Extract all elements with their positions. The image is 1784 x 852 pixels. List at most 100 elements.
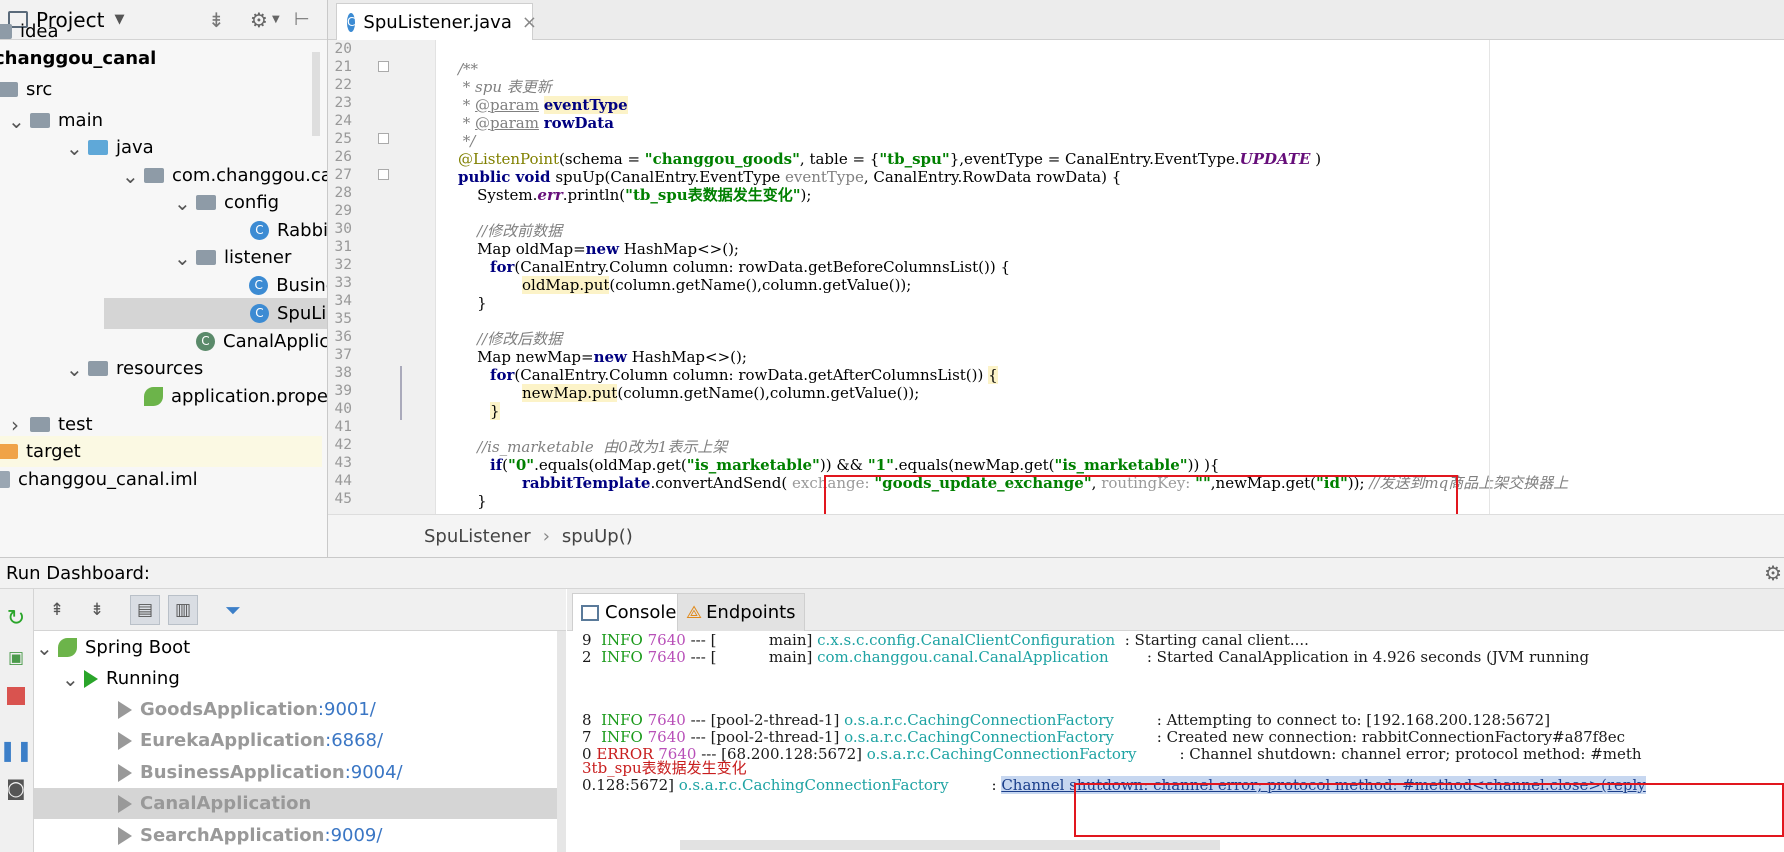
code-editor[interactable]: /** * spu 表更新 * @param eventType * @para… xyxy=(436,40,1784,514)
app-port-link[interactable]: :9001/ xyxy=(318,699,376,720)
code-line: //修改后数据 xyxy=(458,330,562,348)
run-tree-label: Spring Boot xyxy=(85,637,191,658)
tree-item-label: SpuListener xyxy=(277,303,327,324)
console-text: 7 xyxy=(582,728,602,746)
run-tree-scrollbar[interactable] xyxy=(557,631,566,852)
project-tree-item[interactable]: C SpuListener xyxy=(104,298,327,329)
gear-icon[interactable]: ⚙ xyxy=(1764,561,1782,585)
class-icon: C xyxy=(249,276,269,295)
code-token: * spu 表更新 xyxy=(458,78,552,96)
pause-icon[interactable]: ❚❚ xyxy=(0,737,33,763)
logger-class: com.changgou.canal.CanalApplication xyxy=(817,648,1138,666)
run-tree-item[interactable]: CanalApplication xyxy=(34,788,565,819)
chevron-down-icon[interactable]: ⌄ xyxy=(122,166,139,186)
close-icon[interactable]: × xyxy=(522,12,537,33)
chevron-down-icon[interactable]: ⌄ xyxy=(66,359,83,379)
tree-item-label: BusinessListener xyxy=(276,275,327,296)
stop-icon[interactable] xyxy=(3,683,29,709)
code-line: newMap.put(column.getName(),column.getVa… xyxy=(522,384,919,402)
chevron-right-icon[interactable]: › xyxy=(8,415,22,435)
log-level: INFO xyxy=(601,728,643,746)
chevron-down-icon[interactable]: ⌄ xyxy=(62,669,79,689)
project-scrollbar[interactable] xyxy=(312,52,320,136)
fold-marker-icon[interactable] xyxy=(378,61,389,72)
project-tree-item[interactable]: ⌄ config xyxy=(78,187,327,218)
project-tree-item[interactable]: changgou_canal xyxy=(0,43,318,74)
project-tree-item[interactable]: src xyxy=(0,74,322,105)
code-token: , CanalEntry.RowData rowData) { xyxy=(863,168,1122,186)
run-tree-item[interactable]: GoodsApplication :9001/ xyxy=(34,694,565,725)
log-pid: 7640 xyxy=(647,648,686,666)
line-number: 40 xyxy=(334,401,352,417)
fold-marker-icon[interactable] xyxy=(378,133,389,144)
code-token: UPDATE xyxy=(1239,150,1311,168)
stopped-app-icon xyxy=(118,826,132,845)
console-horizontal-scrollbar[interactable] xyxy=(680,840,1220,850)
breadcrumb-method[interactable]: spuUp() xyxy=(562,526,633,547)
breadcrumb-class[interactable]: SpuListener xyxy=(424,526,531,547)
endpoints-icon: ⟁ xyxy=(686,602,703,623)
filter-icon[interactable]: ⏷ xyxy=(220,597,246,623)
log-pid: 7640 xyxy=(647,711,686,729)
app-port-link[interactable]: :9004/ xyxy=(345,762,403,783)
expand-all-icon[interactable]: ⇞ xyxy=(44,597,70,623)
run-tree-item[interactable]: ⌄ Spring Boot xyxy=(34,632,565,663)
line-number: 24 xyxy=(334,113,352,129)
fold-marker-icon[interactable] xyxy=(378,169,389,180)
collapse-all-icon[interactable]: ⇟ xyxy=(84,597,110,623)
app-port-link[interactable]: :6868/ xyxy=(325,730,383,751)
project-tree-item[interactable]: target xyxy=(0,436,322,467)
line-number: 33 xyxy=(334,275,352,291)
group-by-type-icon[interactable]: ▤ xyxy=(130,595,160,625)
code-token: .convertAndSend( xyxy=(650,474,793,492)
app-name: SearchApplication xyxy=(140,825,325,846)
chevron-down-icon[interactable]: ⌄ xyxy=(174,193,191,213)
project-tree-item[interactable]: application.properties xyxy=(52,381,327,412)
code-line: } xyxy=(490,402,500,420)
log-level: INFO xyxy=(601,648,643,666)
project-tree-item[interactable]: ⌄ listener xyxy=(78,242,327,273)
run-tree-item[interactable]: SearchApplication :9009/ xyxy=(34,820,565,851)
project-tree-item[interactable]: C BusinessListener xyxy=(104,270,327,301)
tree-item-label: src xyxy=(26,79,53,100)
project-tree-item[interactable]: ⌄ resources xyxy=(26,353,327,384)
project-tree-item[interactable]: changgou_canal.iml xyxy=(0,464,322,495)
tab-endpoints[interactable]: ⟁ Endpoints xyxy=(677,593,805,631)
app-port-link[interactable]: :9009/ xyxy=(325,825,383,846)
code-token: public void xyxy=(458,168,551,186)
app-name: CanalApplication xyxy=(140,793,312,814)
code-token: "tb_spu表数据发生变化" xyxy=(625,186,801,204)
chevron-down-icon[interactable]: ⌄ xyxy=(174,248,191,268)
line-number: 45 xyxy=(334,491,352,507)
rerun-icon[interactable]: ↻ xyxy=(3,605,29,631)
run-config-icon[interactable]: ▣ xyxy=(3,645,29,671)
project-tree-item[interactable]: ⌄ java xyxy=(26,132,327,163)
line-number: 26 xyxy=(334,149,352,165)
code-line: @ListenPoint(schema = "changgou_goods", … xyxy=(458,150,1321,168)
code-token: "changgou_goods" xyxy=(644,150,800,168)
tree-item-label: changgou_canal.iml xyxy=(18,469,198,490)
camera-icon[interactable]: ◙ xyxy=(3,775,29,801)
group-by-config-icon[interactable]: ▥ xyxy=(168,595,198,625)
code-token: .equals(oldMap.get( xyxy=(534,456,687,474)
class-icon: C xyxy=(347,12,356,32)
chevron-down-icon[interactable]: ⌄ xyxy=(36,638,53,658)
class-icon: C xyxy=(250,221,269,240)
line-number: 32 xyxy=(334,257,352,273)
tree-item-label: changgou_canal xyxy=(0,48,157,69)
code-line: //is_marketable 由0改为1表示上架 xyxy=(458,438,727,456)
tab-spulistener-java[interactable]: C SpuListener.java × xyxy=(336,3,537,40)
code-token: spuUp(CanalEntry.EventType xyxy=(550,168,785,186)
tab-console[interactable]: Console xyxy=(572,593,686,631)
code-token: eventType xyxy=(784,168,864,186)
run-tree-item[interactable]: EurekaApplication :6868/ xyxy=(34,725,565,756)
running-icon xyxy=(84,669,98,688)
project-tree-item[interactable]: idea xyxy=(0,22,316,40)
chevron-down-icon[interactable]: ⌄ xyxy=(66,138,83,158)
class-icon: C xyxy=(250,304,269,323)
run-tree-item[interactable]: ⌄ Running xyxy=(34,663,565,694)
run-tree-item[interactable]: BusinessApplication :9004/ xyxy=(34,757,565,788)
chevron-down-icon[interactable]: ⌄ xyxy=(8,111,25,131)
console-line: 9 INFO 7640 --- [ main] c.x.s.c.config.C… xyxy=(582,631,1309,649)
console-text: : Channel shutdown: channel error; proto… xyxy=(1169,745,1642,763)
